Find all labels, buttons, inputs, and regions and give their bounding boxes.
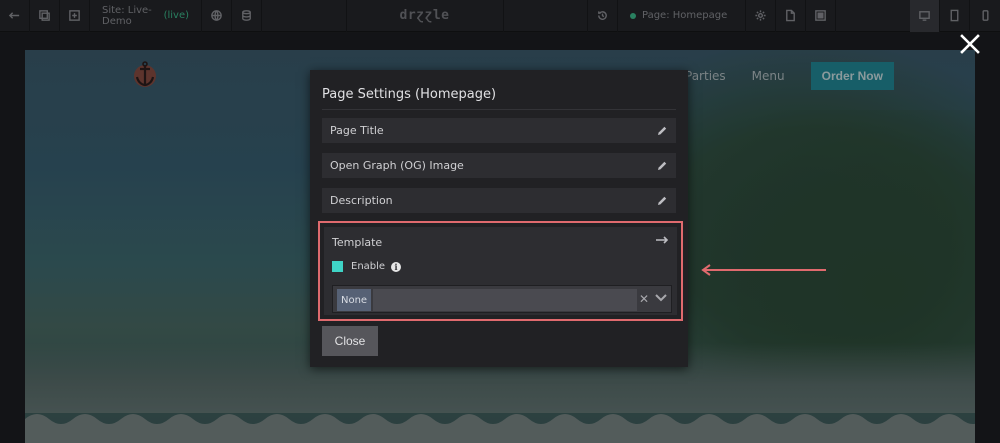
enable-toggle-row[interactable]: Enable i xyxy=(332,261,402,272)
enable-label: Enable xyxy=(351,261,386,272)
page-title-field[interactable]: Page Title xyxy=(322,118,676,143)
template-select[interactable]: None ✕ xyxy=(332,285,672,313)
template-section: Template Enable i None ✕ xyxy=(324,227,677,315)
template-selected-value[interactable]: None xyxy=(337,289,372,311)
annotation-arrow-icon xyxy=(701,264,826,276)
clear-selection-icon[interactable]: ✕ xyxy=(639,292,649,306)
og-image-field[interactable]: Open Graph (OG) Image xyxy=(322,153,676,178)
close-button[interactable]: Close xyxy=(322,326,378,356)
pencil-icon[interactable] xyxy=(656,160,668,172)
og-image-label: Open Graph (OG) Image xyxy=(330,159,464,172)
page-settings-modal: Page Settings (Homepage) Page Title Open… xyxy=(310,70,688,367)
page-title-label: Page Title xyxy=(330,124,384,137)
enable-checkbox[interactable] xyxy=(332,261,343,272)
modal-divider xyxy=(322,109,676,110)
arrow-right-icon[interactable] xyxy=(656,235,670,245)
pencil-icon[interactable] xyxy=(656,125,668,137)
template-label: Template xyxy=(332,236,383,249)
chevron-down-icon[interactable] xyxy=(655,293,667,303)
pencil-icon[interactable] xyxy=(656,195,668,207)
close-overlay-icon[interactable] xyxy=(958,32,982,56)
description-label: Description xyxy=(330,194,393,207)
description-field[interactable]: Description xyxy=(322,188,676,213)
template-highlight-box: Template Enable i None ✕ xyxy=(318,221,683,321)
info-icon[interactable]: i xyxy=(391,261,402,272)
modal-title: Page Settings (Homepage) xyxy=(322,87,497,102)
template-select-input[interactable] xyxy=(373,289,637,311)
